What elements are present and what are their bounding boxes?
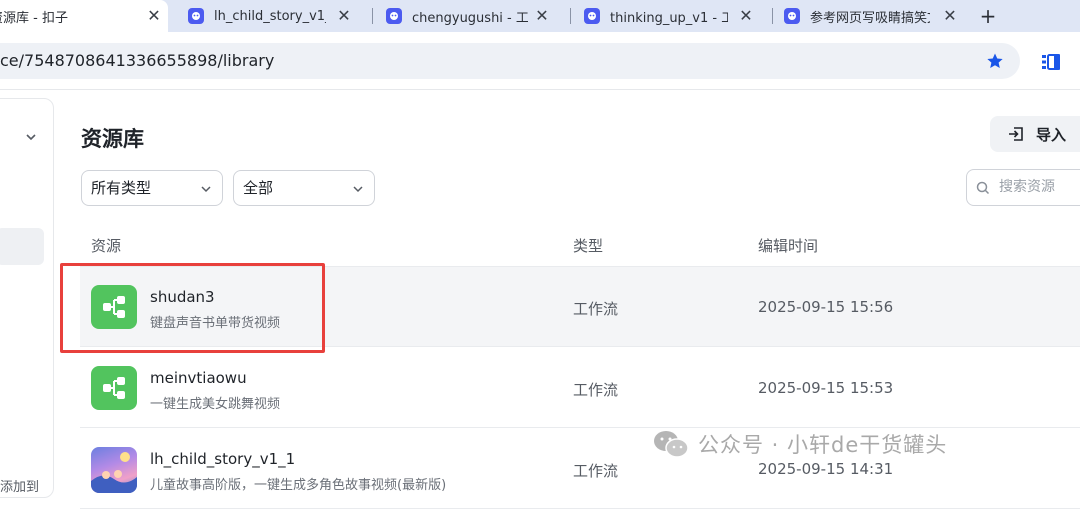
resource-time: 2025-09-15 14:31 xyxy=(758,460,894,478)
tab-close-icon[interactable]: ✕ xyxy=(144,6,164,26)
coze-favicon-icon xyxy=(584,8,600,24)
resource-desc: 一键生成美女跳舞视频 xyxy=(150,397,281,412)
coze-favicon-icon xyxy=(188,8,204,24)
url-text[interactable]: ce/7548708641336655898/library xyxy=(0,51,274,70)
watermark: 公众号 · 小轩de干货罐头 xyxy=(652,428,947,460)
resource-name: meinvtiaowu xyxy=(150,369,247,387)
import-label: 导入 xyxy=(1036,125,1067,144)
workflow-icon xyxy=(91,366,137,410)
coze-favicon-icon xyxy=(784,8,800,24)
coze-favicon-icon xyxy=(386,8,402,24)
scope-filter-select[interactable]: 全部 xyxy=(233,170,375,206)
sidebar-add-to[interactable]: 添加到 xyxy=(0,476,39,495)
chevron-down-icon xyxy=(353,186,363,193)
column-header-edited[interactable]: 编辑时间 xyxy=(758,235,818,256)
scope-filter-value: 全部 xyxy=(243,179,274,197)
search-icon xyxy=(976,181,990,195)
wechat-icon xyxy=(654,431,689,458)
tab-chengyugushi[interactable]: chengyugushi - 工作 ✕ xyxy=(386,0,562,32)
search-placeholder: 搜索资源 xyxy=(999,179,1055,195)
tab-separator xyxy=(372,8,373,24)
search-input[interactable]: 搜索资源 xyxy=(966,169,1080,206)
resource-name: lh_child_story_v1_1 xyxy=(150,450,296,468)
resource-time: 2025-09-15 15:56 xyxy=(758,298,894,316)
tab-title: 参考网页写吸睛搞笑文 xyxy=(810,10,930,26)
tab-separator xyxy=(570,8,571,24)
tab-thinking-up[interactable]: thinking_up_v1 - 工作 ✕ xyxy=(584,0,766,32)
resource-type: 工作流 xyxy=(573,381,619,399)
tab-close-icon[interactable]: ✕ xyxy=(532,6,552,26)
new-tab-button[interactable]: + xyxy=(976,4,1000,28)
chevron-down-icon xyxy=(201,186,211,193)
tab-reference-page[interactable]: 参考网页写吸睛搞笑文 ✕ xyxy=(784,0,970,32)
left-sidebar xyxy=(0,98,54,498)
page-title: 资源库 xyxy=(81,127,144,151)
tab-lh-child-story[interactable]: lh_child_story_v1_1 ✕ xyxy=(188,0,364,32)
type-filter-value: 所有类型 xyxy=(91,179,152,197)
column-header-resource: 资源 xyxy=(91,237,122,255)
resource-desc: 儿童故事高阶版，一键生成多角色故事视频(最新版) xyxy=(150,478,447,493)
highlight-annotation-box xyxy=(60,263,325,353)
story-thumbnail xyxy=(91,447,137,493)
tab-title: lh_child_story_v1_1 xyxy=(214,8,326,24)
tab-separator xyxy=(772,8,773,24)
chevron-down-icon[interactable] xyxy=(24,130,38,144)
sidebar-item-library[interactable] xyxy=(0,228,44,265)
import-icon xyxy=(1009,127,1023,141)
side-panel-icon[interactable] xyxy=(1042,54,1060,70)
table-row[interactable]: meinvtiaowu 一键生成美女跳舞视频 工作流 2025-09-15 15… xyxy=(80,348,1080,428)
tab-library[interactable]: 资源库 - 扣子 ✕ xyxy=(0,0,168,32)
watermark-text: 公众号 · 小轩de干货罐头 xyxy=(698,433,948,457)
tab-close-icon[interactable]: ✕ xyxy=(940,6,960,26)
resource-time: 2025-09-15 15:53 xyxy=(758,379,894,397)
import-button[interactable]: 导入 xyxy=(990,116,1080,152)
address-bar: ce/7548708641336655898/library xyxy=(0,32,1080,90)
browser-tab-bar: 资源库 - 扣子 ✕ lh_child_story_v1_1 ✕ chengyu… xyxy=(0,0,1080,32)
tab-title: thinking_up_v1 - 工作 xyxy=(610,10,728,26)
resource-type: 工作流 xyxy=(573,300,619,318)
resource-type: 工作流 xyxy=(573,462,619,480)
tab-title: 资源库 - 扣子 xyxy=(0,10,68,26)
tab-close-icon[interactable]: ✕ xyxy=(736,6,756,26)
column-header-type[interactable]: 类型 xyxy=(573,235,603,256)
tab-title: chengyugushi - 工作 xyxy=(412,10,528,26)
type-filter-select[interactable]: 所有类型 xyxy=(81,170,223,206)
tab-close-icon[interactable]: ✕ xyxy=(334,6,354,26)
bookmark-star-icon[interactable] xyxy=(986,52,1004,70)
